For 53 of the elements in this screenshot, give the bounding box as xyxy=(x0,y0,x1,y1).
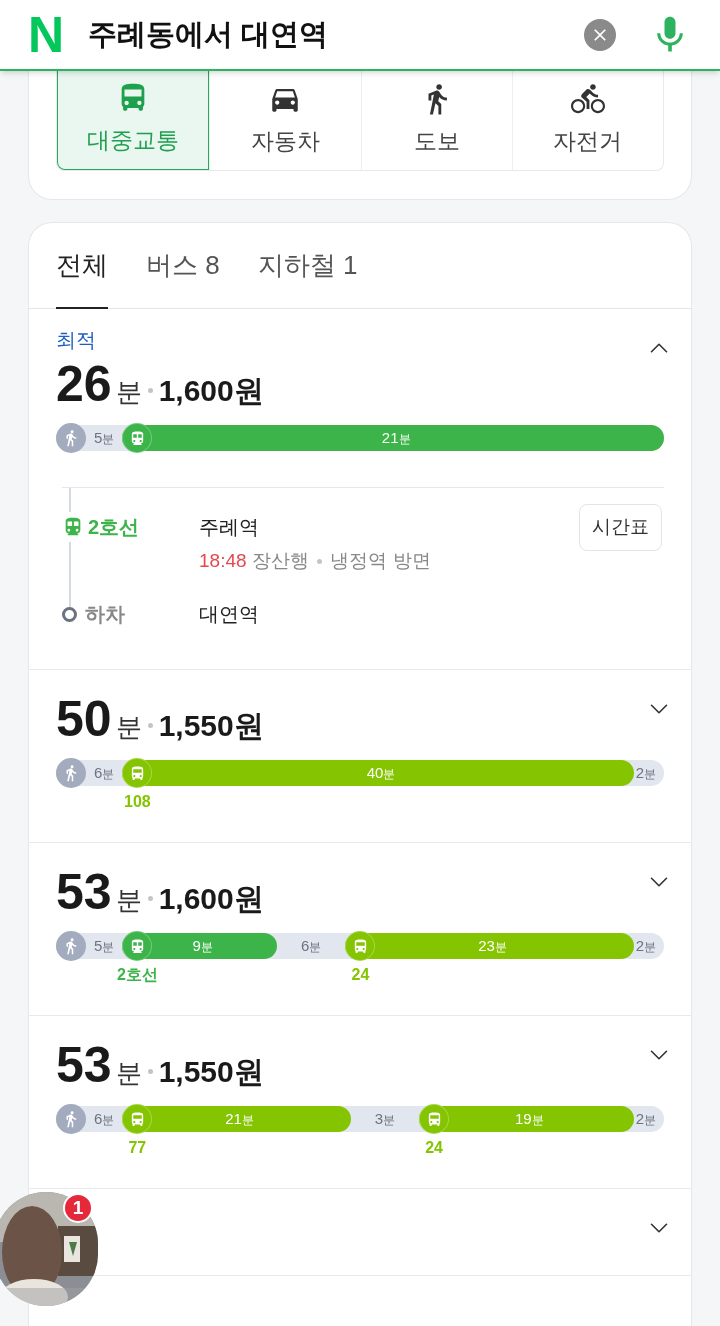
duration-label: 6분 xyxy=(300,936,323,956)
time-unit: 분 xyxy=(115,376,142,409)
duration-label: 6분 xyxy=(93,763,116,783)
duration-label: 21분 xyxy=(381,428,411,448)
best-route-label: 최적 xyxy=(56,329,96,351)
search-field[interactable]: 주례동에서 대연역 xyxy=(88,12,584,57)
filter-tab[interactable]: 버스 8 xyxy=(146,224,220,309)
fare: 1,600원 xyxy=(158,373,264,409)
duration-label: 9분 xyxy=(192,936,213,956)
travel-time: 26 xyxy=(56,359,112,409)
time-unit: 분 xyxy=(115,884,142,917)
walking-person-icon xyxy=(56,423,86,453)
duration-label: 2분 xyxy=(634,1109,657,1129)
boarding-station: 주례역 xyxy=(199,515,260,541)
timetable-button[interactable]: 시간표 xyxy=(579,504,662,551)
time-unit: 분 xyxy=(115,1057,142,1090)
duration-label: 5분 xyxy=(93,936,116,956)
time-unit: 분 xyxy=(115,711,142,744)
travel-mode-tab[interactable]: 도보 xyxy=(360,70,512,170)
duration-label: 2분 xyxy=(634,763,657,783)
walking-person-icon xyxy=(56,931,86,961)
line-label: 24 xyxy=(351,965,370,985)
fare: 1,550원 xyxy=(158,708,264,744)
duration-label: 5분 xyxy=(93,428,116,448)
travel-time: 53 xyxy=(56,1040,112,1090)
line-label: 2호선 xyxy=(116,965,158,985)
walking-person-icon xyxy=(56,1104,86,1134)
fare: 1,600원 xyxy=(158,881,264,917)
departure-info: 18:48 장산행 냉정역 방면 xyxy=(199,548,432,573)
duration-label: 2분 xyxy=(634,936,657,956)
duration-label: 40분 xyxy=(366,763,396,783)
duration-label: 19분 xyxy=(515,1109,544,1129)
line-label: 24 xyxy=(425,1138,443,1158)
duration-label: 23분 xyxy=(478,936,507,956)
duration-label: 3분 xyxy=(373,1109,397,1129)
search-bar[interactable]: N 주례동에서 대연역 xyxy=(0,0,720,71)
fare: 1,550원 xyxy=(158,1054,264,1090)
filter-tab[interactable]: 전체 xyxy=(56,224,108,309)
clear-button[interactable] xyxy=(584,18,616,51)
travel-time: 50 xyxy=(56,694,112,744)
travel-mode-tab[interactable]: 자전거 xyxy=(511,70,663,170)
bicycle-icon xyxy=(570,81,605,116)
alight-label: 하차 xyxy=(85,602,125,627)
filter-tab[interactable]: 지하철 1 xyxy=(257,224,358,309)
travel-time: 53 xyxy=(56,867,112,917)
line-label: 77 xyxy=(128,1138,147,1158)
travel-mode-tab[interactable]: 자동차 xyxy=(209,70,361,170)
walking-person-icon xyxy=(56,758,86,788)
duration-label: 21분 xyxy=(225,1109,254,1129)
line-label: 108 xyxy=(124,792,151,812)
duration-label: 6분 xyxy=(93,1109,116,1129)
line-name: 2호선 xyxy=(88,515,140,541)
alighting-station: 대연역 xyxy=(199,602,259,627)
